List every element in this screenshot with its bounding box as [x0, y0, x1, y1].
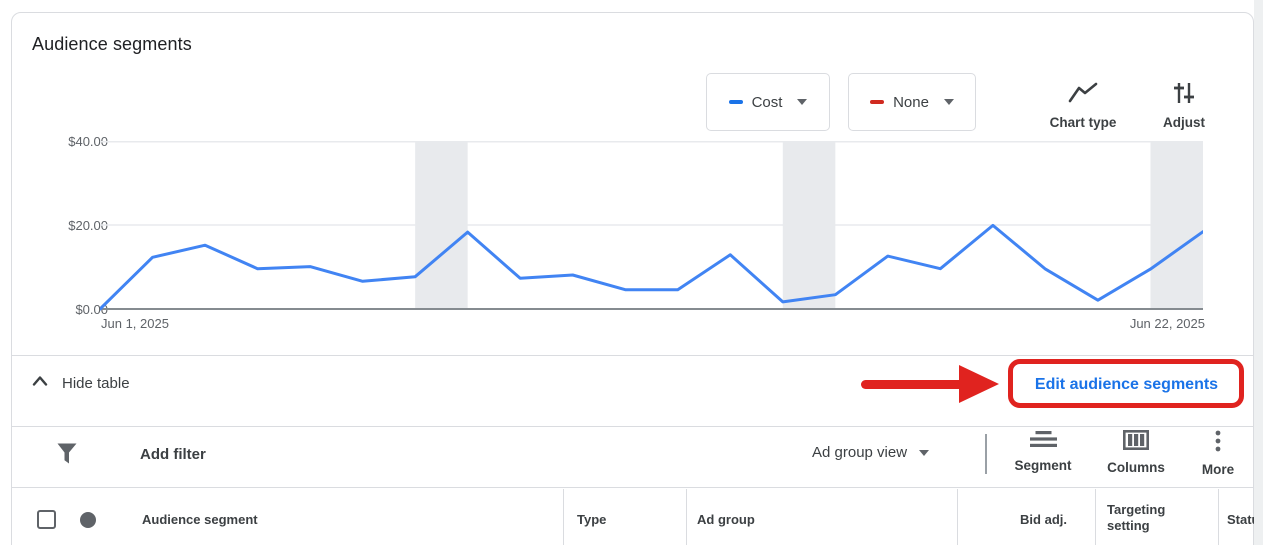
y-tick-20: $20.00: [68, 218, 108, 233]
filter-bar-bottom-border: [12, 487, 1253, 488]
chevron-down-icon: [919, 449, 930, 456]
filter-funnel-icon[interactable]: [56, 442, 78, 471]
audience-segments-panel: Audience segments Cost None Chart type A…: [0, 0, 1263, 545]
x-axis-start-label: Jun 1, 2025: [101, 316, 169, 331]
view-selector-label: Ad group view: [812, 444, 908, 461]
status-dot-icon: [80, 512, 96, 528]
chart-type-label: Chart type: [1049, 115, 1117, 130]
page-title: Audience segments: [32, 34, 192, 54]
metric2-color-dash: [870, 100, 885, 104]
columns-label: Columns: [1107, 460, 1165, 475]
column-header-type[interactable]: Type: [577, 512, 606, 527]
segment-icon: [1029, 430, 1057, 453]
page-gutter: [1254, 0, 1263, 545]
edit-audience-segments-link[interactable]: Edit audience segments: [1010, 376, 1243, 394]
metric2-label: None: [893, 93, 929, 111]
hide-table-toggle[interactable]: Hide table: [32, 374, 130, 392]
y-tick-40: $40.00: [68, 134, 108, 149]
toolbar-separator: [985, 434, 987, 474]
filter-bar-top-border: [12, 426, 1253, 427]
column-divider: [1095, 489, 1096, 545]
adjust-button[interactable]: Adjust: [1138, 82, 1230, 130]
y-tick-0: $0.00: [75, 302, 108, 317]
segment-label: Segment: [1014, 458, 1072, 473]
adjust-label: Adjust: [1163, 115, 1205, 130]
column-divider: [957, 489, 958, 545]
more-button[interactable]: More: [1188, 430, 1248, 477]
segment-button[interactable]: Segment: [1003, 430, 1083, 473]
metric-selector-1[interactable]: Cost: [706, 73, 830, 131]
sliders-icon: [1171, 82, 1197, 109]
column-divider: [1218, 489, 1219, 545]
chart-type-button[interactable]: Chart type: [1037, 82, 1129, 130]
more-vertical-dots-icon: [1215, 430, 1221, 457]
column-header-targeting-setting[interactable]: Targeting setting: [1107, 502, 1183, 534]
columns-icon: [1122, 429, 1149, 455]
column-header-ad-group[interactable]: Ad group: [697, 512, 755, 527]
section-divider: [12, 355, 1253, 356]
metric1-label: Cost: [751, 93, 783, 111]
more-label: More: [1201, 462, 1235, 477]
column-divider: [686, 489, 687, 545]
column-divider: [563, 489, 564, 545]
hide-table-label: Hide table: [62, 374, 130, 392]
metric-selector-2[interactable]: None: [848, 73, 976, 131]
chevron-down-icon: [943, 99, 954, 105]
line-chart-icon: [1068, 82, 1098, 109]
chevron-up-icon: [32, 374, 48, 392]
column-header-bid-adj[interactable]: Bid adj.: [967, 512, 1067, 527]
add-filter-button[interactable]: Add filter: [140, 446, 206, 463]
column-header-status[interactable]: Status: [1227, 512, 1254, 527]
metric1-color-dash: [728, 100, 743, 104]
columns-button[interactable]: Columns: [1096, 429, 1176, 475]
select-all-checkbox[interactable]: [37, 510, 56, 529]
x-axis-end-label: Jun 22, 2025: [1129, 316, 1205, 331]
view-selector[interactable]: Ad group view: [812, 444, 930, 461]
cost-line-chart: [100, 141, 1203, 311]
chevron-down-icon: [797, 99, 808, 105]
column-header-audience-segment[interactable]: Audience segment: [142, 512, 258, 527]
